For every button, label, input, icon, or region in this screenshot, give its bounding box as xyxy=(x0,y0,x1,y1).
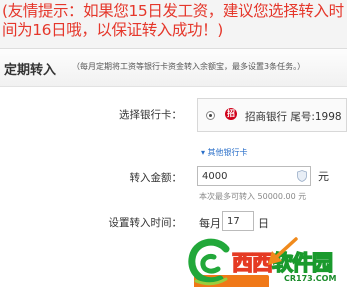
panel-header: 定期转入 （每月定期将工资等银行卡资金转入余额宝，最多设置3条任务。） xyxy=(0,49,347,87)
transfer-time-label: 设置转入时间： xyxy=(108,217,183,229)
scheduled-transfer-panel: 定期转入 （每月定期将工资等银行卡资金转入余额宝，最多设置3条任务。） 选择银行… xyxy=(0,48,347,287)
logo-domain-text: CR173.COM xyxy=(284,274,337,283)
shield-icon xyxy=(297,170,307,182)
amount-label: 转入金额： xyxy=(129,172,183,184)
every-month-label: 每月 xyxy=(199,217,221,230)
bank-logo-icon: 招 xyxy=(225,108,237,120)
amount-limit-hint: 本次最多可转入 50000.00 元 xyxy=(199,192,307,201)
pointer-arrow-icon xyxy=(268,237,298,265)
bank-card-option[interactable]: 招 招商银行 尾号:1998 xyxy=(197,98,347,132)
page-title: 定期转入 xyxy=(4,63,57,78)
day-of-month-input[interactable] xyxy=(222,211,254,231)
bank-card-radio[interactable] xyxy=(206,111,215,120)
amount-input[interactable] xyxy=(197,166,311,186)
selected-bank-name: 招商银行 尾号:1998 xyxy=(245,111,342,123)
amount-unit: 元 xyxy=(318,170,329,183)
bank-card-label: 选择银行卡： xyxy=(119,109,182,121)
other-bank-cards-link[interactable]: ▾ 其他银行卡 xyxy=(201,147,248,158)
logo-swirl-icon xyxy=(188,238,230,286)
day-unit: 日 xyxy=(258,217,269,230)
friendly-tip: (友情提示：如果您15日发工资，建议您选择转入时间为16日哦，以保证转入成功！) xyxy=(2,2,344,39)
page-subtitle: （每月定期将工资等银行卡资金转入余额宝，最多设置3条任务。） xyxy=(72,62,306,71)
